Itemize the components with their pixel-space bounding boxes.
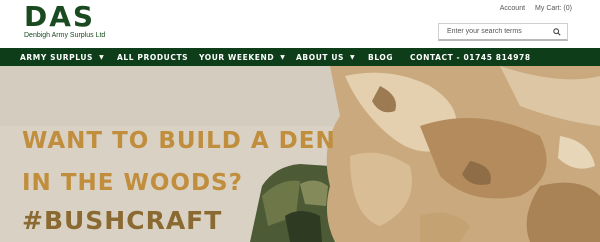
search-box	[438, 23, 568, 41]
nav-item-blog[interactable]: BLOG	[368, 53, 393, 62]
nav-item-label: CONTACT - 01745 814978	[410, 53, 531, 62]
nav-item-label: BLOG	[368, 53, 394, 62]
nav-item-all-products[interactable]: ALL PRODUCTS	[117, 53, 188, 62]
logo-mark: DAS	[24, 0, 96, 33]
hero-headline-line2: IN THE WOODS?	[22, 170, 243, 196]
nav-item-label: ARMY SURPLUS	[20, 53, 94, 62]
nav-item-army-surplus[interactable]: ARMY SURPLUS ▼	[20, 53, 104, 62]
account-links: Account My Cart: (0)	[500, 5, 572, 12]
nav-item-your-weekend[interactable]: YOUR WEEKEND ▼	[199, 53, 285, 62]
nav-item-contact[interactable]: CONTACT - 01745 814978	[410, 53, 531, 62]
hero-hashtag: #BUSHCRAFT	[22, 206, 223, 235]
chevron-down-icon: ▼	[99, 54, 105, 61]
search-input[interactable]	[439, 28, 549, 35]
chevron-down-icon: ▼	[280, 54, 286, 61]
cart-link[interactable]: My Cart: (0)	[535, 5, 572, 12]
chevron-down-icon: ▼	[350, 54, 356, 61]
search-icon[interactable]	[553, 28, 561, 36]
site-header: DAS Denbigh Army Surplus Ltd Account My …	[0, 0, 600, 48]
main-nav: ARMY SURPLUS ▼ ALL PRODUCTS YOUR WEEKEND…	[0, 48, 600, 66]
logo-tagline: Denbigh Army Surplus Ltd	[24, 32, 106, 39]
nav-item-label: ALL PRODUCTS	[117, 53, 189, 62]
nav-item-about-us[interactable]: ABOUT US ▼	[296, 53, 355, 62]
nav-item-label: YOUR WEEKEND	[199, 53, 275, 62]
site-logo[interactable]: DAS Denbigh Army Surplus Ltd	[24, 0, 106, 43]
account-link[interactable]: Account	[500, 5, 525, 12]
hero-banner[interactable]: WANT TO BUILD A DEN IN THE WOODS? #BUSHC…	[0, 66, 600, 242]
hero-headline-line1: WANT TO BUILD A DEN	[22, 128, 336, 154]
nav-item-label: ABOUT US	[296, 53, 345, 62]
